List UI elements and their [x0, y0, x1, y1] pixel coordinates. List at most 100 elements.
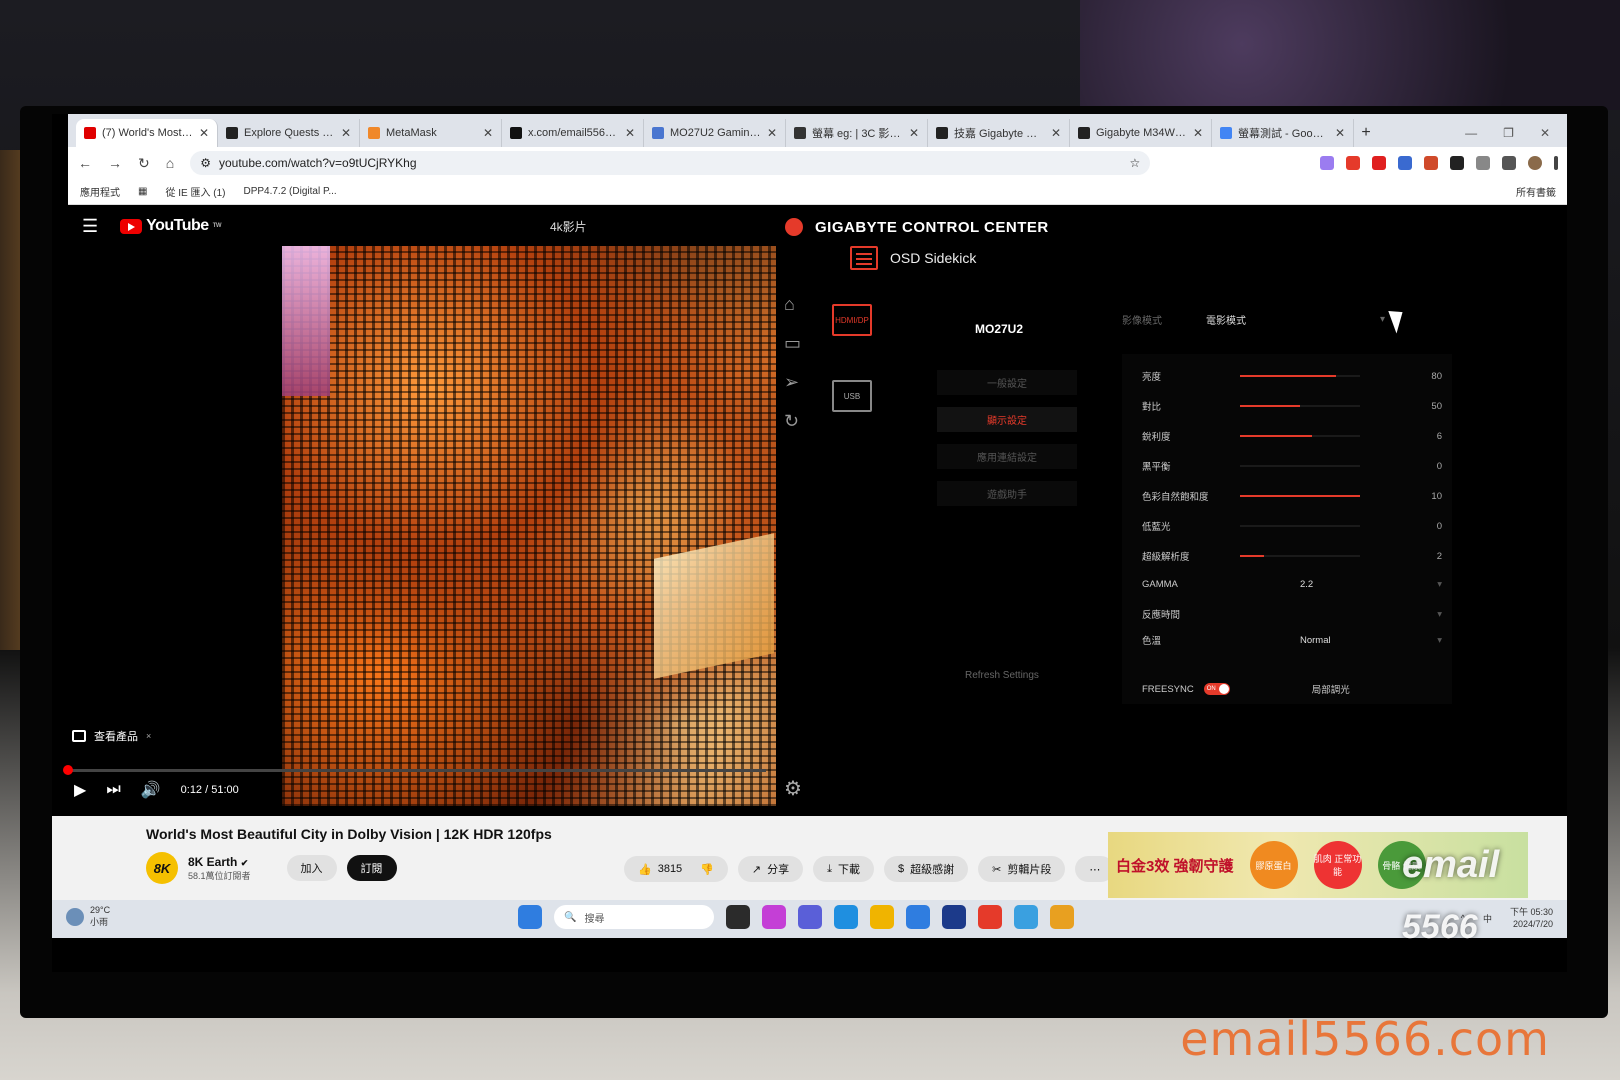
settings-menu-item[interactable]: 遊戲助手	[937, 481, 1077, 506]
taskbar-app-icon[interactable]	[978, 905, 1002, 929]
taskbar-app-icon[interactable]	[906, 905, 930, 929]
weather-widget[interactable]: 29°C 小雨	[66, 905, 110, 928]
site-info-icon[interactable]: ⚙	[200, 156, 211, 170]
browser-tab[interactable]: x.com/email5566gp ✕	[502, 119, 644, 147]
setting-slider-row[interactable]: 色彩自然飽和度 10	[1142, 488, 1442, 504]
slider-track[interactable]	[1240, 555, 1360, 557]
bookmark-folder[interactable]: 從 IE 匯入 (1)	[165, 184, 225, 199]
slider-track[interactable]	[1240, 405, 1360, 407]
taskbar-app-icon[interactable]	[834, 905, 858, 929]
setting-slider-row[interactable]: 超級解析度 2	[1142, 548, 1442, 564]
taskbar-app-icon[interactable]	[870, 905, 894, 929]
setting-slider-row[interactable]: 亮度 80	[1142, 368, 1442, 384]
youtube-logo[interactable]: YouTube TW	[120, 217, 222, 235]
setting-slider-row[interactable]: 低藍光 0	[1142, 518, 1442, 534]
refresh-settings-button[interactable]: Refresh Settings	[965, 670, 1039, 681]
close-icon[interactable]: ✕	[1335, 126, 1345, 140]
forward-icon[interactable]: →	[108, 155, 122, 171]
minimize-icon[interactable]: —	[1465, 126, 1477, 140]
extension-icon[interactable]	[1320, 156, 1334, 170]
new-tab-button[interactable]: +	[1354, 119, 1378, 147]
close-icon[interactable]: ✕	[625, 126, 635, 140]
play-icon[interactable]: ▶	[74, 780, 86, 800]
bookmark-dpp[interactable]: DPP4.7.2 (Digital P...	[243, 186, 336, 197]
close-icon[interactable]: ✕	[1540, 126, 1550, 140]
taskbar-search[interactable]: 🔍 搜尋	[554, 905, 714, 929]
volume-icon[interactable]: 🔊	[141, 780, 161, 800]
subscribe-button[interactable]: 訂閱	[346, 855, 397, 881]
slider-track[interactable]	[1240, 435, 1360, 437]
avatar[interactable]	[1528, 156, 1542, 170]
port-usb[interactable]: USB	[832, 380, 872, 412]
bookmark-star-icon[interactable]: ☆	[1129, 156, 1140, 170]
extension-icon[interactable]	[1372, 156, 1386, 170]
browser-tab[interactable]: 螢幕 eg: | 3C 影音分 ✕	[786, 119, 928, 147]
color-temp-select[interactable]: 色溫 Normal ▾	[1142, 632, 1442, 648]
download-button[interactable]: ⤓ 下載	[813, 856, 874, 882]
extension-icon[interactable]	[1346, 156, 1360, 170]
hamburger-icon[interactable]: ☰	[82, 216, 98, 237]
close-icon[interactable]: ×	[146, 731, 151, 741]
picture-mode-select[interactable]: 影像模式 電影模式 ▾	[1122, 312, 1385, 327]
taskbar-app-icon[interactable]	[762, 905, 786, 929]
port-hdmi-dp[interactable]: HDMI/DP	[832, 304, 872, 336]
progress-scrubber[interactable]	[63, 765, 73, 775]
slider-track[interactable]	[1240, 465, 1360, 467]
close-icon[interactable]: ✕	[483, 126, 493, 140]
close-icon[interactable]: ✕	[767, 126, 777, 140]
close-icon[interactable]: ✕	[909, 126, 919, 140]
clip-button[interactable]: ✂ 剪輯片段	[978, 856, 1066, 882]
browser-tab[interactable]: MetaMask ✕	[360, 119, 502, 147]
next-icon[interactable]: ⏭	[106, 781, 120, 799]
browser-tab[interactable]: 螢幕測試 - Google 搜 ✕	[1212, 119, 1354, 147]
channel-name[interactable]: 8K Earth ✔	[188, 855, 251, 869]
kebab-menu-icon[interactable]	[1554, 156, 1558, 170]
settings-gear-icon[interactable]: ⚙	[784, 776, 802, 801]
menu-icon[interactable]	[1502, 156, 1516, 170]
slider-track[interactable]	[1240, 495, 1360, 497]
grid-icon[interactable]: ▦	[138, 186, 147, 197]
taskbar-app-icon[interactable]	[798, 905, 822, 929]
slider-track[interactable]	[1240, 375, 1360, 377]
all-bookmarks[interactable]: 所有書籤	[1516, 184, 1556, 199]
setting-slider-row[interactable]: 對比 50	[1142, 398, 1442, 414]
view-products-chip[interactable]: 查看產品 ×	[72, 728, 151, 744]
local-dimming-label[interactable]: 局部調光	[1312, 682, 1350, 696]
video-progress-bar[interactable]	[63, 765, 766, 775]
gamma-select[interactable]: GAMMA 2.2 ▾	[1142, 576, 1442, 592]
response-time-select[interactable]: 反應時間 ▾	[1142, 606, 1442, 622]
taskbar-app-icon[interactable]	[942, 905, 966, 929]
slider-track[interactable]	[1240, 525, 1360, 527]
close-icon[interactable]: ✕	[199, 126, 209, 140]
taskbar-app-icon[interactable]	[1014, 905, 1038, 929]
extension-icon[interactable]	[1398, 156, 1412, 170]
thanks-button[interactable]: $ 超級感謝	[883, 856, 969, 882]
extension-icon[interactable]	[1424, 156, 1438, 170]
back-icon[interactable]: ←	[78, 155, 92, 171]
taskbar-app-icon[interactable]	[1050, 905, 1074, 929]
browser-tab[interactable]: MO27U2 Gaming M ✕	[644, 119, 786, 147]
browser-tab[interactable]: 技嘉 Gigabyte GS32 ✕	[928, 119, 1070, 147]
close-icon[interactable]: ✕	[1193, 126, 1203, 140]
share-button[interactable]: ↗ 分享	[737, 856, 804, 882]
sync-icon[interactable]: ↻	[784, 411, 801, 432]
windows-start-icon[interactable]	[518, 905, 542, 929]
browser-tab[interactable]: Explore Quests | Gal ✕	[218, 119, 360, 147]
send-icon[interactable]: ➢	[784, 372, 801, 393]
settings-menu-item[interactable]: 顯示設定	[937, 407, 1077, 432]
home-icon[interactable]: ⌂	[784, 294, 801, 315]
setting-slider-row[interactable]: 黑平衡 0	[1142, 458, 1442, 474]
maximize-icon[interactable]: ❐	[1503, 126, 1514, 140]
browser-tab[interactable]: (7) World's Most Be ✕	[76, 119, 218, 147]
taskbar-app-icon[interactable]	[726, 905, 750, 929]
close-icon[interactable]: ✕	[1051, 126, 1061, 140]
setting-slider-row[interactable]: 銳利度 6	[1142, 428, 1442, 444]
reload-icon[interactable]: ↻	[138, 155, 150, 172]
channel-avatar[interactable]: 8K	[146, 852, 178, 884]
extension-icon[interactable]	[1450, 156, 1464, 170]
monitor-icon[interactable]: ▭	[784, 333, 801, 354]
like-button[interactable]: 👍 3815 👎	[624, 856, 728, 882]
close-icon[interactable]: ✕	[341, 126, 351, 140]
home-icon[interactable]: ⌂	[166, 155, 174, 171]
puzzle-icon[interactable]	[1476, 156, 1490, 170]
